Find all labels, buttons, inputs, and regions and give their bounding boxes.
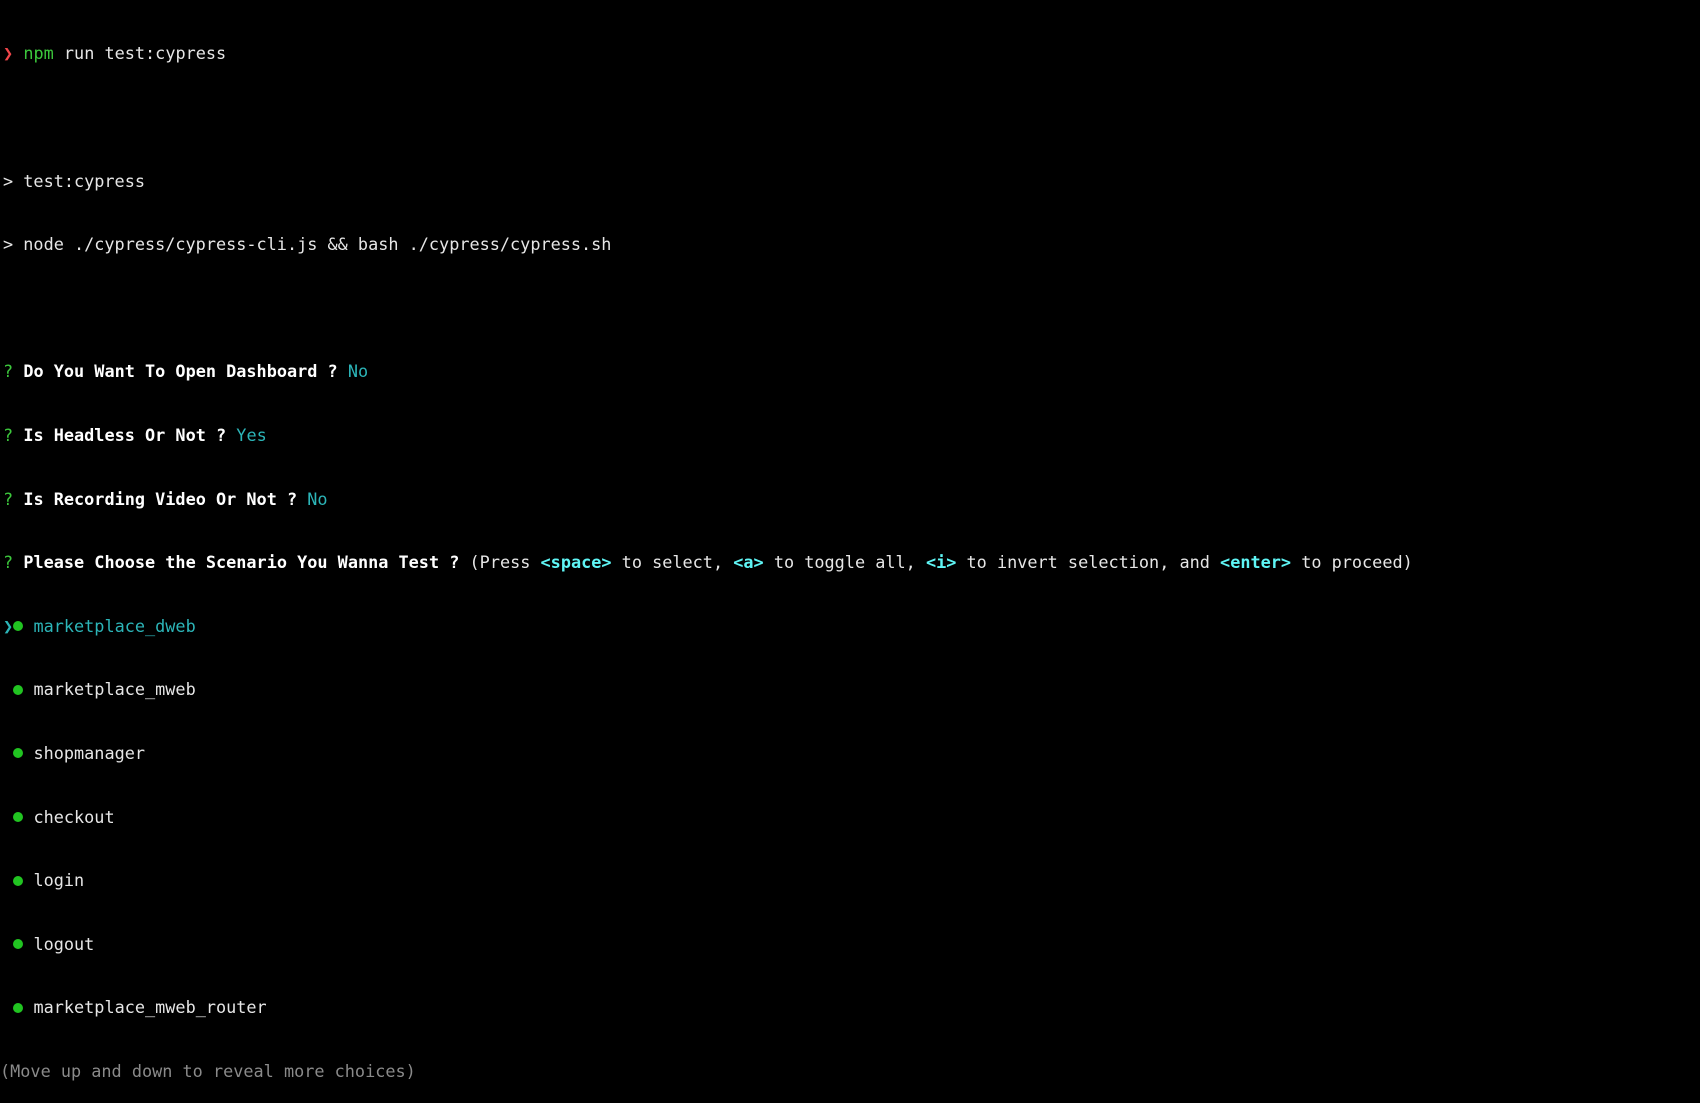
choice-item[interactable]: marketplace_mweb [3, 679, 1413, 700]
checkbox-selected-icon[interactable] [13, 684, 24, 695]
choice-label: shopmanager [33, 742, 146, 763]
key-a: <a> [733, 552, 764, 573]
checkbox-selected-icon[interactable] [13, 1002, 24, 1013]
prompt-chevron-icon: ❯ [3, 43, 14, 64]
hint-text: to invert selection, and [956, 552, 1221, 573]
question-answer: No [307, 488, 328, 509]
question-dashboard: ? Do You Want To Open Dashboard ? No [3, 361, 1413, 382]
choice-label: marketplace_mweb_router [33, 997, 267, 1018]
question-text: Is Recording Video Or Not ? [23, 488, 298, 509]
question-answer: Yes [236, 424, 267, 445]
choice-label: checkout [33, 806, 115, 827]
script-echo: > node ./cypress/cypress-cli.js && bash … [3, 234, 612, 255]
checkbox-selected-icon[interactable] [13, 621, 24, 632]
question-mark-icon: ? [3, 488, 14, 509]
hint-text: to select, [611, 552, 734, 573]
command-args: run test:cypress [63, 43, 227, 64]
checkbox-selected-icon[interactable] [13, 748, 24, 759]
question-text: Do You Want To Open Dashboard ? [23, 361, 338, 382]
hint-text: to toggle all, [763, 552, 926, 573]
checkbox-selected-icon[interactable] [13, 875, 24, 886]
choice-item[interactable]: checkout [3, 807, 1413, 828]
choice-label: logout [33, 933, 95, 954]
choice-item[interactable]: ❯ marketplace_dweb [3, 616, 1413, 637]
question-mark-icon: ? [3, 424, 14, 445]
choice-item[interactable]: shopmanager [3, 743, 1413, 764]
key-i: <i> [925, 552, 957, 573]
key-enter: <enter> [1220, 552, 1292, 573]
command-program: npm [23, 43, 54, 64]
choice-item[interactable]: marketplace_mweb_router [3, 997, 1413, 1018]
choice-item[interactable]: login [3, 870, 1413, 891]
command-line: ❯ npm run test:cypress [3, 43, 1413, 64]
question-text: Please Choose the Scenario You Wanna Tes… [23, 552, 460, 573]
choice-item[interactable]: logout [3, 934, 1413, 955]
question-headless: ? Is Headless Or Not ? Yes [3, 425, 1413, 446]
checkbox-selected-icon[interactable] [13, 812, 24, 823]
choice-label: marketplace_dweb [33, 615, 196, 636]
more-choices-hint: (Move up and down to reveal more choices… [0, 1060, 416, 1081]
checkbox-selected-icon[interactable] [13, 939, 24, 950]
question-video: ? Is Recording Video Or Not ? No [3, 489, 1413, 510]
scenario-prompt: ? Please Choose the Scenario You Wanna T… [3, 552, 1413, 573]
question-answer: No [347, 361, 369, 382]
question-text: Is Headless Or Not ? [23, 424, 227, 445]
cursor-chevron-icon: ❯ [3, 615, 14, 636]
hint-text: (Press [469, 552, 541, 573]
choice-label: login [33, 870, 85, 891]
key-space: <space> [540, 552, 612, 573]
terminal-output: ❯ npm run test:cypress > test:cypress > … [0, 1, 1413, 1103]
question-mark-icon: ? [3, 552, 14, 573]
hint-text: to proceed) [1291, 552, 1413, 573]
question-mark-icon: ? [3, 361, 14, 382]
script-echo: > test:cypress [3, 170, 145, 191]
choice-label: marketplace_mweb [33, 679, 196, 700]
